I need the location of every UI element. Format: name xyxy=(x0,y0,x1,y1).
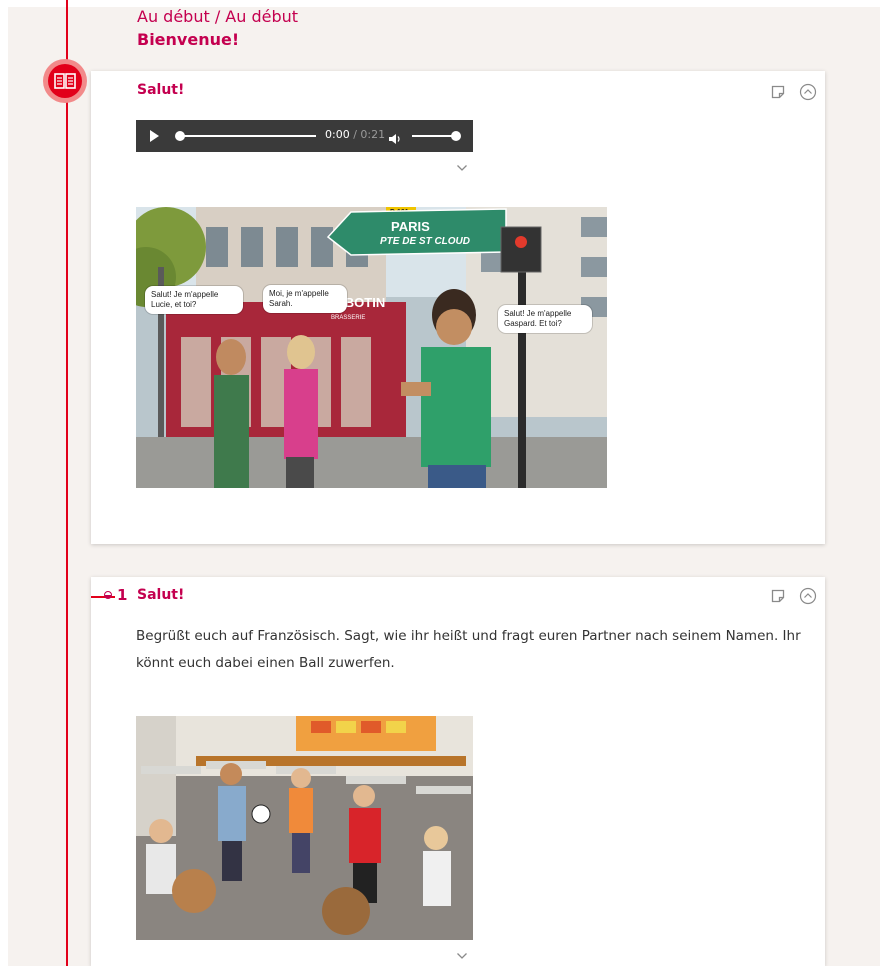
audio-progress-knob[interactable] xyxy=(175,131,185,141)
card-title: Salut! xyxy=(137,587,185,603)
chevron-down-icon[interactable] xyxy=(456,945,468,964)
book-icon xyxy=(48,64,82,98)
speech-bubble-lucie: Salut! Je m'appelle Lucie, et toi? xyxy=(145,286,243,314)
timeline-badge[interactable] xyxy=(43,59,87,103)
audio-player[interactable]: 0:00 / 0:21 xyxy=(136,120,473,152)
audio-time: 0:00 / 0:21 xyxy=(325,128,385,141)
breadcrumb[interactable]: Au début / Au début xyxy=(137,7,298,26)
task-number: 1 xyxy=(104,586,127,604)
volume-knob[interactable] xyxy=(451,131,461,141)
chevron-down-icon[interactable] xyxy=(456,157,468,176)
card-tools xyxy=(769,587,817,605)
note-icon[interactable] xyxy=(769,587,787,605)
chevron-up-circle-icon[interactable] xyxy=(799,83,817,101)
task-level-icon xyxy=(104,591,112,599)
street-scene-image: CABOTIN BRASSERIE D 101 PARIS PTE DE ST … xyxy=(136,207,607,488)
audio-time-separator: / xyxy=(349,128,361,141)
volume-icon[interactable] xyxy=(388,130,402,149)
timeline-line xyxy=(66,0,68,966)
shop-sub-text: BRASSERIE xyxy=(331,315,365,321)
speech-bubble-sarah: Moi, je m'appelle Sarah. xyxy=(263,285,347,313)
task-instructions: Begrüßt euch auf Französisch. Sagt, wie … xyxy=(136,628,801,671)
speech-bubble-gaspard: Salut! Je m'appelle Gaspard. Et toi? xyxy=(498,305,592,333)
sign-sub-text: PTE DE ST CLOUD xyxy=(380,236,470,247)
content-card-salut: Salut! 0:00 / 0:21 CABOTIN BRASSERIE PAR… xyxy=(91,71,825,544)
street-scene-illustration: CABOTIN BRASSERIE D 101 PARIS PTE DE ST … xyxy=(136,207,607,488)
task-card-1: 1 Salut! Begrüßt euch auf Französisch. S… xyxy=(91,577,825,966)
audio-current-time: 0:00 xyxy=(325,128,350,141)
section-title: Bienvenue! xyxy=(137,30,240,49)
classroom-illustration xyxy=(136,716,473,940)
play-icon[interactable] xyxy=(150,130,159,142)
classroom-image xyxy=(136,716,473,940)
note-icon[interactable] xyxy=(769,83,787,101)
audio-progress-track[interactable] xyxy=(176,135,316,137)
card-tools xyxy=(769,83,817,101)
chevron-up-circle-icon[interactable] xyxy=(799,587,817,605)
card-title: Salut! xyxy=(137,82,185,98)
sign-city-text: PARIS xyxy=(391,219,430,234)
audio-duration: 0:21 xyxy=(360,128,386,141)
task-number-text: 1 xyxy=(117,586,128,604)
